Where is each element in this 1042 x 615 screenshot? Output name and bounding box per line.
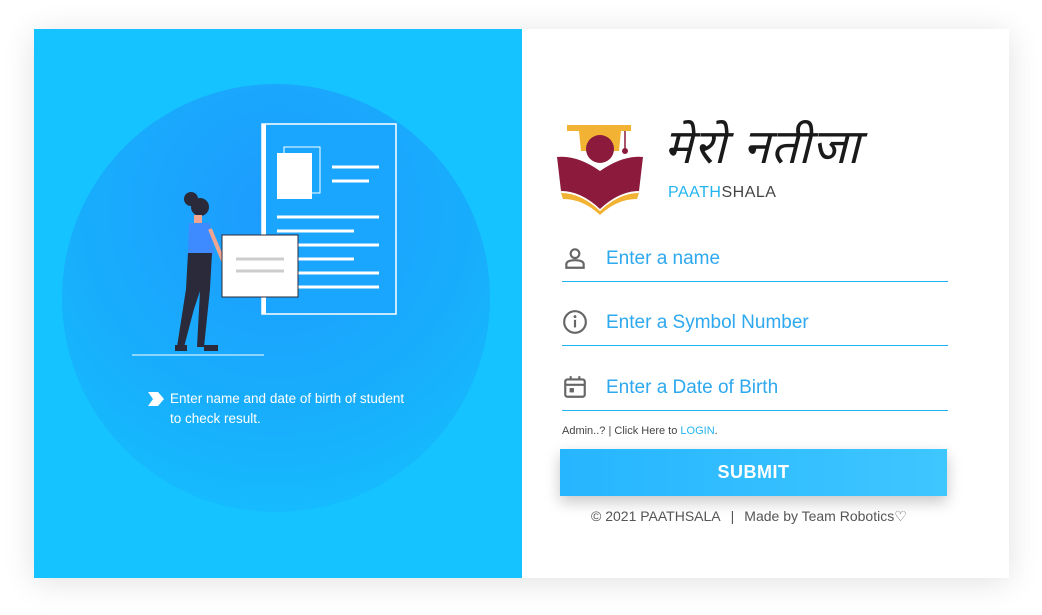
symbol-number-input[interactable] xyxy=(604,305,938,341)
brand-subtitle: PAATHSHALA xyxy=(668,184,776,202)
symbol-number-field xyxy=(562,299,948,346)
admin-text: Admin..? | Click Here to xyxy=(562,425,681,437)
instruction-hint: Enter name and date of birth of student … xyxy=(148,389,448,429)
dob-field xyxy=(562,364,948,411)
instruction-line-2: to check result. xyxy=(170,411,261,426)
person-icon xyxy=(565,248,585,269)
footer-credit: Made by Team Robotics♡ xyxy=(744,508,907,524)
name-input[interactable] xyxy=(604,241,938,277)
admin-login-hint: Admin..? | Click Here to LOGIN. xyxy=(562,425,718,437)
brand-title: मेरो नतीजा xyxy=(664,119,861,175)
info-icon xyxy=(563,310,587,334)
footer-copyright: © 2021 PAATHSALA xyxy=(591,508,721,524)
form-panel: मेरो नतीजा PAATHSHALA Enter a name Enter… xyxy=(522,29,1009,578)
footer-separator: | xyxy=(730,508,735,524)
dob-input[interactable] xyxy=(604,370,938,406)
brand-sub-accent: PAATH xyxy=(668,184,722,201)
login-card: Enter name and date of birth of student … xyxy=(34,29,1009,578)
calendar-icon xyxy=(564,376,586,398)
student-document-illustration xyxy=(132,123,397,356)
paathshala-logo-icon xyxy=(557,125,643,215)
illustration-panel: Enter name and date of birth of student … xyxy=(34,29,522,578)
chevron-icon xyxy=(148,392,164,406)
submit-button[interactable]: SUBMIT xyxy=(560,449,947,496)
instruction-text: Enter name and date of birth of student … xyxy=(170,389,404,429)
login-link[interactable]: LOGIN xyxy=(680,425,714,437)
admin-suffix: . xyxy=(714,425,718,437)
brand-sub-rest: SHALA xyxy=(721,184,777,201)
footer: © 2021 PAATHSALA | Made by Team Robotics♡ xyxy=(591,508,907,525)
instruction-line-1: Enter name and date of birth of student xyxy=(170,391,405,406)
name-field xyxy=(562,235,948,282)
